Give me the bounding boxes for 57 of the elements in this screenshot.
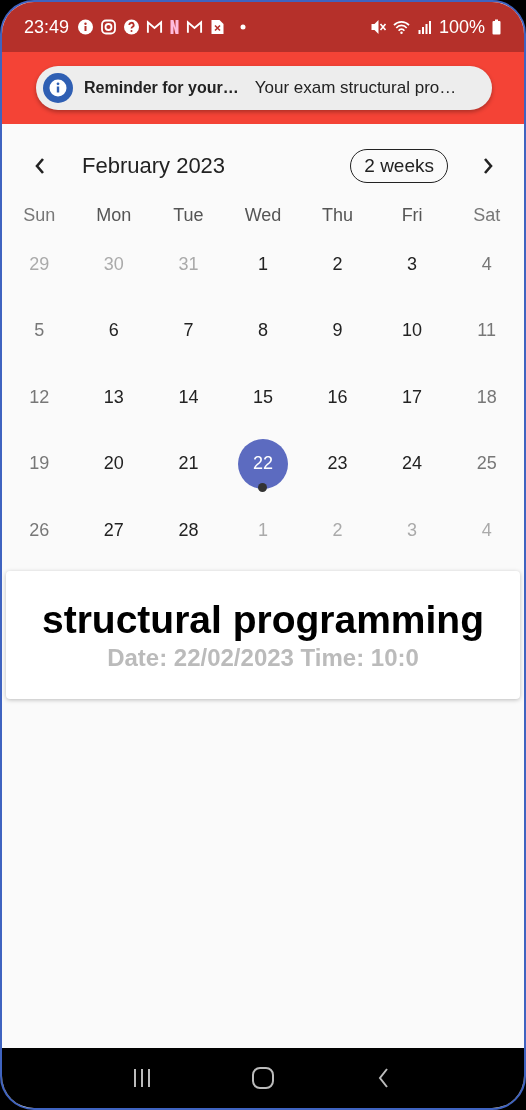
help-icon xyxy=(123,19,141,35)
calendar-day[interactable]: 6 xyxy=(88,305,139,356)
mute-icon xyxy=(369,19,387,35)
info-icon xyxy=(77,19,95,35)
calendar-day[interactable]: 21 xyxy=(163,438,214,489)
calendar-day[interactable]: 11 xyxy=(461,305,512,356)
info-icon xyxy=(42,72,74,104)
calendar-day[interactable]: 9 xyxy=(312,305,363,356)
calendar-day[interactable]: 7 xyxy=(163,305,214,356)
calendar-day[interactable]: 24 xyxy=(387,438,438,489)
month-title: February 2023 xyxy=(82,153,227,179)
event-title: structural programming xyxy=(41,596,485,643)
weekday-label: Fri xyxy=(401,204,423,227)
document-icon xyxy=(209,19,227,35)
calendar-day[interactable]: 10 xyxy=(387,305,438,356)
event-details: Date: 22/02/2023 Time: 10:0 xyxy=(107,642,419,673)
event-card[interactable]: structural programming Date: 22/02/2023 Time: 10:0 xyxy=(6,570,520,699)
home-icon[interactable] xyxy=(251,1066,275,1090)
wifi-icon xyxy=(392,19,410,35)
calendar-day[interactable]: 4 xyxy=(461,239,512,289)
calendar-day[interactable]: 19 xyxy=(14,438,65,489)
calendar-day[interactable]: 5 xyxy=(14,305,65,356)
weekday-label: Thu xyxy=(322,204,354,227)
calendar-day[interactable]: 20 xyxy=(88,438,139,489)
calendar-day[interactable]: 16 xyxy=(312,372,363,422)
calendar-day[interactable]: 3 xyxy=(387,239,438,289)
calendar-day[interactable]: 22 xyxy=(238,438,288,489)
calendar-day[interactable]: 2 xyxy=(312,239,363,289)
weekday-label: Sat xyxy=(473,204,501,227)
battery-percent: 100% xyxy=(438,16,485,38)
calendar-day[interactable]: 8 xyxy=(238,305,288,356)
weekday-label: Wed xyxy=(244,204,282,227)
calendar-day[interactable]: 1 xyxy=(238,239,288,289)
mail-icon xyxy=(146,19,164,35)
calendar-day[interactable]: 18 xyxy=(461,372,512,422)
calendar-day[interactable]: 26 xyxy=(14,505,65,555)
calendar-day[interactable]: 17 xyxy=(387,372,438,422)
calendar-day[interactable]: 27 xyxy=(88,505,139,555)
clock-time: 23:49 xyxy=(24,16,70,38)
notification-title: Reminder for your… xyxy=(84,79,239,97)
calendar-day[interactable]: 23 xyxy=(312,438,363,489)
notification-banner[interactable]: Reminder for your… Your exam structural pro… xyxy=(36,66,492,110)
n-logo-icon xyxy=(169,19,181,35)
camera-icon xyxy=(100,19,118,35)
weekday-label: Sun xyxy=(23,204,56,227)
mail-icon xyxy=(186,19,204,35)
calendar-day[interactable]: 13 xyxy=(88,372,139,422)
dot-icon xyxy=(240,24,247,30)
weekday-label: Tue xyxy=(173,204,204,227)
battery-icon xyxy=(491,19,502,35)
calendar-day[interactable]: 12 xyxy=(14,372,65,422)
calendar-day[interactable]: 28 xyxy=(163,505,214,555)
calendar-day[interactable]: 14 xyxy=(163,372,214,422)
weekday-label: Mon xyxy=(96,204,132,227)
calendar-day[interactable]: 15 xyxy=(238,372,288,422)
notification-text: Your exam structural pro… xyxy=(254,78,457,98)
calendar-day[interactable]: 25 xyxy=(461,438,512,489)
